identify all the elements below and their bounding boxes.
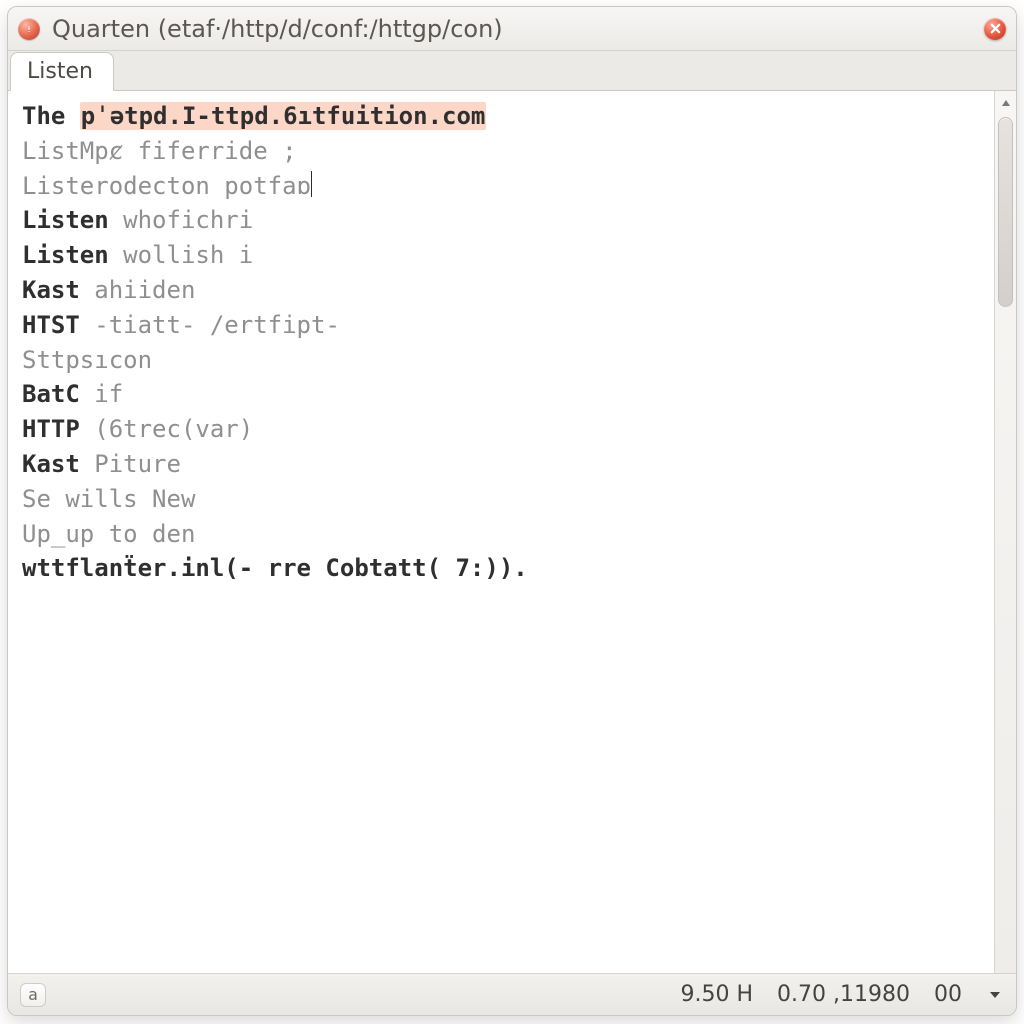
editor-line: wttflanẗer.inl(- rre Cobtatt( 7:)). [22, 551, 984, 586]
close-icon [990, 23, 1001, 34]
window-title: Quarten (etaf·/http/d/conf:/httgp/con) [50, 15, 974, 43]
editor-area: The pˈətpd.I-ttpd.6ıtfuition.comListMpȼ … [8, 91, 1016, 973]
text-editor[interactable]: The pˈətpd.I-ttpd.6ıtfuition.comListMpȼ … [8, 91, 994, 973]
tab-listen[interactable]: Listen [10, 52, 114, 91]
editor-line: Kast ahiiden [22, 273, 984, 308]
editor-line: Listen whofichri [22, 203, 984, 238]
editor-window: Quarten (etaf·/http/d/conf:/httgp/con) L… [7, 6, 1017, 1016]
scroll-up-icon[interactable] [995, 93, 1016, 113]
statusbar-field-3: 00 [934, 982, 962, 1007]
statusbar-field-2: 0.70 ,11980 [777, 982, 910, 1007]
editor-line: Se wills New [22, 482, 984, 517]
vertical-scrollbar[interactable] [994, 91, 1016, 973]
titlebar: Quarten (etaf·/http/d/conf:/httgp/con) [8, 7, 1016, 51]
text-caret [311, 171, 312, 197]
editor-line: Kast Piture [22, 447, 984, 482]
statusbar-field-1: 9.50 H [681, 982, 754, 1007]
editor-line: Listen wollish i [22, 238, 984, 273]
editor-line: ListMpȼ fiferride ; [22, 134, 984, 169]
editor-line: HTTP (6trec(var) [22, 412, 984, 447]
close-button[interactable] [984, 18, 1006, 40]
status-bar: a 9.50 H 0.70 ,11980 00 [8, 973, 1016, 1015]
editor-line: Sttpsıcon [22, 343, 984, 378]
statusbar-menu-button[interactable] [986, 986, 1004, 1004]
statusbar-mode-button[interactable]: a [20, 983, 46, 1007]
editor-line: The pˈətpd.I-ttpd.6ıtfuition.com [22, 99, 984, 134]
editor-line: Listerodecton potfaɒ [22, 169, 984, 204]
scroll-thumb[interactable] [998, 117, 1013, 307]
alert-icon [18, 18, 40, 40]
chevron-down-icon [989, 989, 1001, 1001]
editor-line: HTST -tiatt- /ertfipt- [22, 308, 984, 343]
editor-line: BatC if [22, 377, 984, 412]
tab-bar: Listen [8, 51, 1016, 91]
editor-line: Up_up to den [22, 517, 984, 552]
